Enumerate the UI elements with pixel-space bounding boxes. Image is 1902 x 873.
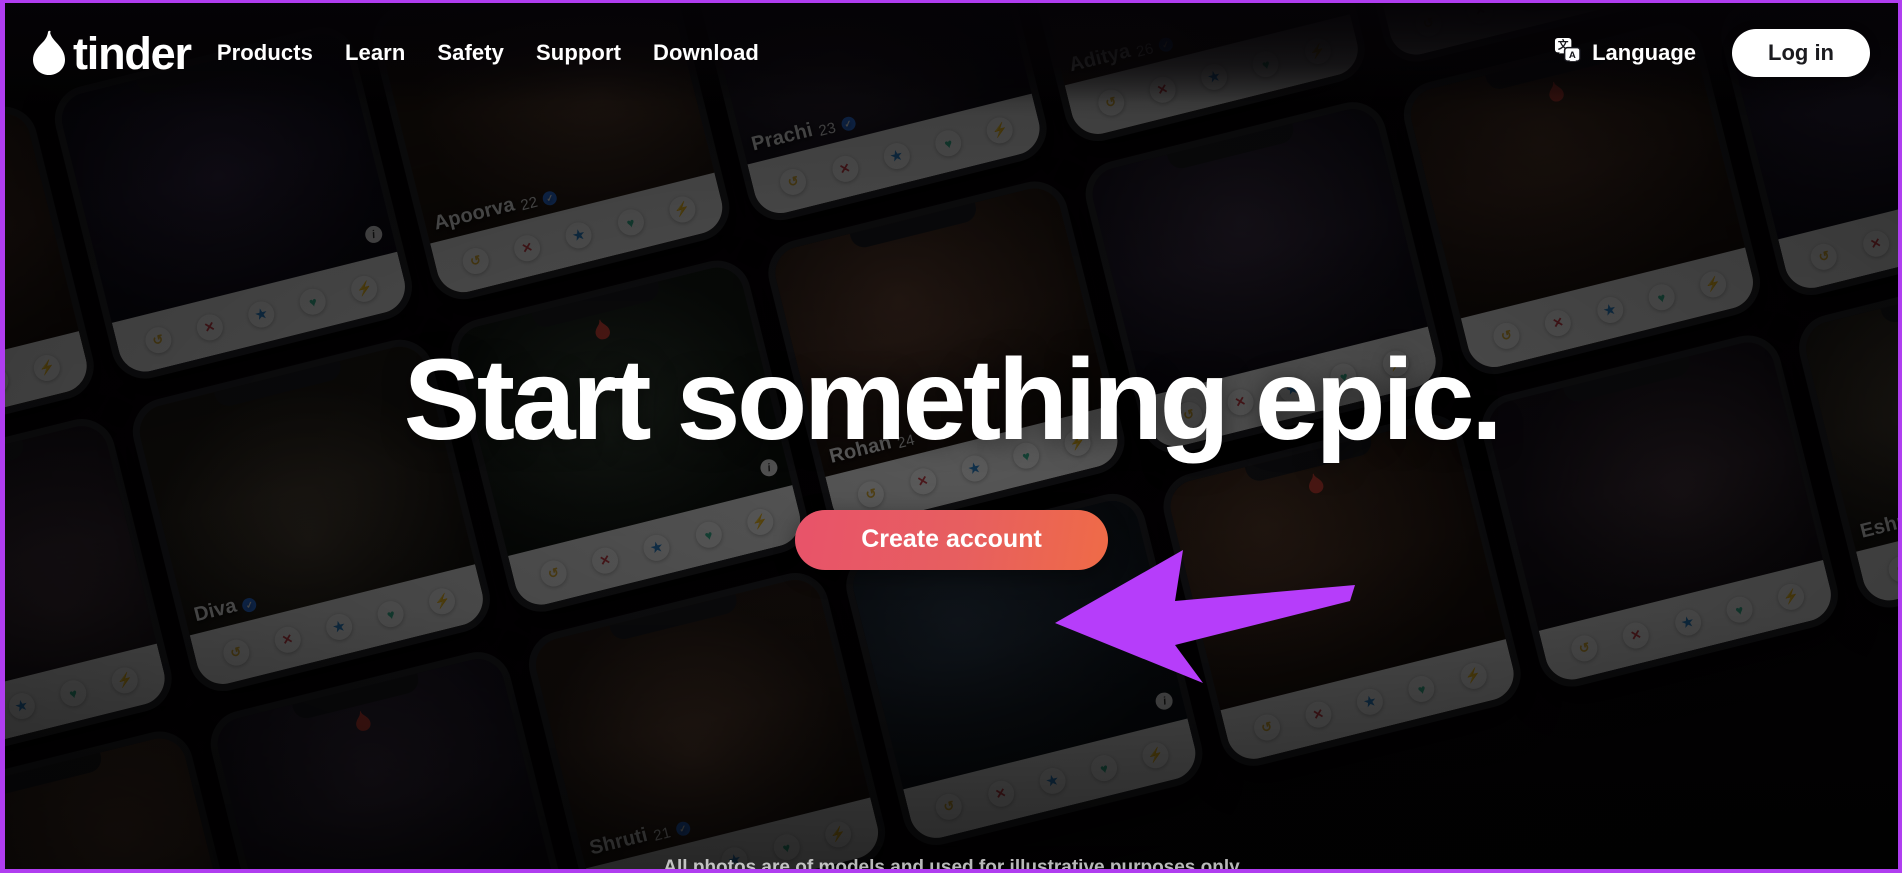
like-button[interactable]: ♥ [614,206,646,238]
nope-button[interactable]: ✕ [193,311,226,343]
nope-button[interactable]: ✕ [1302,698,1334,731]
nope-button[interactable]: ✕ [1619,619,1652,651]
boost-button[interactable]: ⚡ [426,585,458,617]
language-selector[interactable]: 文 A Language [1554,37,1696,69]
nope-button[interactable]: ✕ [511,232,543,264]
rewind-button[interactable]: ↺ [1808,240,1840,273]
rewind-button[interactable]: ↺ [933,790,965,823]
nope-button[interactable]: ✕ [1859,227,1892,260]
verified-badge-icon: ✓ [839,115,857,133]
nav-item-support[interactable]: Support [536,40,621,66]
like-button[interactable]: ♥ [5,364,11,397]
boost-button[interactable]: ⚡ [348,272,380,305]
superlike-button[interactable]: ★ [245,298,277,331]
tinder-logo[interactable]: tinder [29,27,192,79]
svg-text:A: A [1569,50,1576,61]
annotation-arrow-icon [1055,523,1475,688]
nav-item-download[interactable]: Download [653,40,759,66]
models-disclaimer-text: All photos are of models and used for il… [663,857,1240,869]
like-button[interactable]: ♥ [374,598,407,630]
rewind-button[interactable]: ↺ [1250,711,1283,744]
nope-button[interactable]: ✕ [1542,307,1574,339]
boost-button[interactable]: ⚡ [1696,268,1729,300]
login-button[interactable]: Log in [1732,29,1870,77]
flame-icon [29,30,69,76]
translate-icon: 文 A [1554,37,1581,69]
superlike-button[interactable]: ★ [1593,294,1626,326]
nope-button[interactable]: ✕ [589,544,621,577]
like-button[interactable]: ♥ [1087,752,1120,784]
card-age: 21 [651,823,673,845]
page-title: Start something epic. [403,335,1503,464]
logo-wordmark: tinder [73,27,192,79]
rewind-button[interactable]: ↺ [219,636,252,669]
boost-button[interactable]: ⚡ [1139,739,1172,771]
card-age: 23 [816,119,838,140]
nav-item-safety[interactable]: Safety [437,40,504,66]
verified-badge-icon: ✓ [541,189,559,207]
boost-button[interactable]: ⚡ [821,818,854,850]
rewind-button[interactable]: ↺ [1885,553,1898,585]
rewind-button[interactable]: ↺ [855,478,887,510]
like-button[interactable]: ♥ [296,285,329,318]
superlike-button[interactable]: ★ [1036,764,1068,797]
like-button[interactable]: ♥ [1723,593,1755,626]
superlike-button[interactable]: ★ [562,219,595,251]
nav-item-learn[interactable]: Learn [345,40,405,66]
annotated-screenshot-frame: Viren↺✕★♥⚡i↺✕★♥⚡Apoorva22✓↺✕★♥⚡Prachi23✓… [0,0,1902,873]
main-navigation: Products Learn Safety Support Download [217,40,759,66]
rewind-button[interactable]: ↺ [537,557,569,590]
nav-item-products[interactable]: Products [217,40,313,66]
rewind-button[interactable]: ↺ [459,245,492,277]
card-age: 22 [518,193,540,214]
nope-button[interactable]: ✕ [984,777,1017,810]
models-disclaimer: All photos are of models and used for il… [5,849,1898,869]
superlike-button[interactable]: ★ [880,140,913,172]
boost-button[interactable]: ⚡ [983,114,1016,146]
like-button[interactable]: ♥ [57,677,89,709]
boost-button[interactable]: ⚡ [108,664,141,696]
boost-button[interactable]: ⚡ [666,193,698,226]
rewind-button[interactable]: ↺ [141,324,174,356]
nope-button[interactable]: ✕ [828,152,861,185]
superlike-button[interactable]: ★ [1671,606,1704,639]
nope-button[interactable]: ✕ [271,623,303,656]
rewind-button[interactable]: ↺ [777,165,809,198]
boost-button[interactable]: ⚡ [1774,580,1807,613]
superlike-button[interactable]: ★ [323,610,355,643]
phone-card: ↺ ✕ ★ ♥ ⚡ [1474,328,1845,694]
boost-button[interactable]: ⚡ [30,351,63,384]
site-header: tinder Products Learn Safety Support Dow… [5,3,1898,103]
like-button[interactable]: ♥ [692,518,724,551]
rewind-button[interactable]: ↺ [1568,632,1600,664]
verified-badge-icon: ✓ [240,596,258,614]
phone-card: Shruti21✓↺✕★♥⚡ [521,565,893,869]
language-label: Language [1592,40,1697,65]
verified-badge-icon: ✓ [674,820,692,838]
like-button[interactable]: ♥ [932,127,964,159]
like-button[interactable]: ♥ [1645,281,1677,313]
nope-button[interactable]: ✕ [906,465,939,497]
superlike-button[interactable]: ★ [1353,685,1386,718]
superlike-button[interactable]: ★ [640,531,673,564]
boost-button[interactable]: ⚡ [744,506,776,538]
superlike-button[interactable]: ★ [5,690,37,722]
